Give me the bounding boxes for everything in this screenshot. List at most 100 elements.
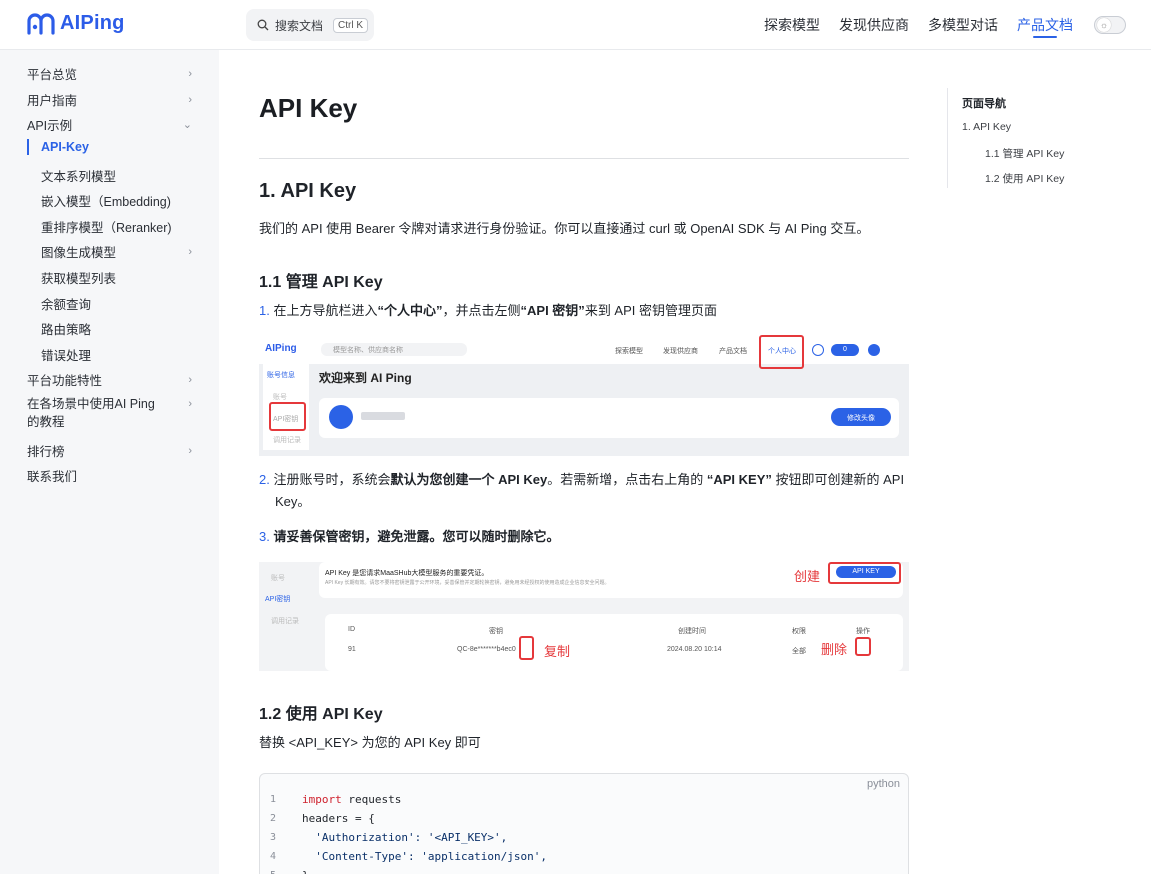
sidebar-item-tutorials[interactable]: 在各场景中使用AI Ping的教程 ›	[27, 395, 192, 431]
step-bold: 默认为您创建一个 API Key	[390, 472, 548, 487]
chevron-right-icon: ›	[188, 93, 192, 106]
sidebar-item-label: 联系我们	[27, 470, 78, 484]
mini-table-header: 操作	[856, 628, 870, 635]
sidebar-item-reranker[interactable]: 重排序模型（Reranker)	[41, 217, 192, 236]
step-text: 按钮即可创建新的 API	[771, 472, 905, 487]
step-1: 1. 在上方导航栏进入“个人中心”，并点击左侧“API 密钥”来到 API 密钥…	[259, 300, 717, 322]
chevron-right-icon: ›	[188, 373, 192, 386]
main-nav: 探索模型 发现供应商 多模型对话 产品文档 ☼	[764, 0, 1151, 50]
sidebar-item-label: 平台功能特性	[27, 374, 103, 388]
nav-multi-model-chat[interactable]: 多模型对话	[928, 0, 998, 50]
blurred-username	[361, 412, 405, 420]
mini-edit-avatar-button: 修改头像	[831, 408, 891, 426]
sidebar-item-api-examples[interactable]: API示例 ⌄	[27, 115, 192, 134]
mini-welcome: 欢迎来到 AI Ping	[319, 371, 412, 385]
sidebar-item-label: 用户指南	[27, 94, 78, 108]
sidebar-item-label: 在各场景中使用AI Ping的教程	[27, 397, 155, 429]
sidebar-item-label: 重排序模型（Reranker)	[41, 221, 172, 235]
sidebar-item-leaderboard[interactable]: 排行榜 ›	[27, 441, 192, 460]
intro-paragraph: 我们的 API 使用 Bearer 令牌对请求进行身份验证。你可以直接通过 cu…	[259, 221, 870, 236]
sidebar-item-label: API-Key	[41, 140, 89, 154]
mini-table-header: 权限	[792, 628, 806, 635]
sidebar-item-routing[interactable]: 路由策略	[41, 319, 192, 338]
code-line: 3 'Authorization': '<API_KEY>',	[260, 828, 507, 847]
step-2-continuation: Key。	[275, 494, 311, 509]
line-number: 5	[260, 870, 302, 874]
sidebar-item-label: API示例	[27, 119, 73, 133]
mini-side-top: 账号信息	[267, 372, 295, 379]
annotation-delete: 删除	[821, 642, 848, 657]
sidebar-item-label: 排行榜	[27, 445, 65, 459]
sidebar-item-balance[interactable]: 余额查询	[41, 294, 192, 313]
nav-explore-models[interactable]: 探索模型	[764, 0, 820, 50]
mini-icon	[812, 344, 824, 356]
mini-balance: 0	[831, 344, 859, 356]
code-text: }	[302, 869, 309, 874]
step-bold: “API KEY”	[706, 472, 772, 487]
toc-item-use[interactable]: 1.2 使用 API Key	[985, 171, 1064, 186]
search-icon	[257, 19, 269, 31]
mini-notice-sub: API Key 长期有效。请您不要将密钥泄露于公开环境，妥善保管并定期轮换密钥，…	[325, 580, 610, 586]
mini-nav-item: 探索模型	[615, 348, 643, 355]
step-text: ，并点击左侧	[442, 303, 521, 318]
logo[interactable]: AIPing	[26, 12, 125, 35]
step-number: 2.	[259, 472, 270, 487]
sidebar-item-label: 图像生成模型	[41, 246, 117, 260]
step-text: 在上方导航栏进入	[273, 303, 378, 318]
nav-providers[interactable]: 发现供应商	[839, 0, 909, 50]
mini-logo: AIPing	[265, 343, 297, 354]
highlight-box	[519, 636, 534, 660]
screenshot-api-keys: 账号 API密钥 调用记录 API Key 是您请求MaaSHub大模型服务的重…	[259, 562, 909, 671]
chevron-right-icon: ›	[188, 245, 192, 258]
code-text: requests	[341, 793, 402, 806]
toc-item-api-key[interactable]: 1. API Key	[962, 121, 1011, 133]
step-number: 1.	[259, 303, 270, 318]
sidebar-item-api-key[interactable]: API-Key	[41, 140, 192, 154]
screenshot-personal-center: AIPing 模型名称、供应商名称 探索模型 发现供应商 产品文档 个人中心 0…	[259, 334, 909, 456]
step-bold: “API 密钥”	[520, 303, 585, 318]
sidebar-item-overview[interactable]: 平台总览 ›	[27, 64, 192, 83]
code-block[interactable]: python 1 import requests 2 headers = { 3 '…	[259, 773, 909, 874]
sidebar-item-text-models[interactable]: 文本系列模型	[41, 166, 192, 185]
step-bold: 请妥善保管密钥，避免泄露。您可以随时删除它。	[273, 529, 560, 544]
search-shortcut: Ctrl K	[333, 17, 369, 33]
mini-side-item: 调用记录	[271, 618, 299, 625]
toc-item-manage[interactable]: 1.1 管理 API Key	[985, 146, 1064, 161]
mini-table-header: 密钥	[489, 628, 503, 635]
step-text: 。若需新增，点击右上角的	[547, 472, 707, 487]
step-3: 3. 请妥善保管密钥，避免泄露。您可以随时删除它。	[259, 526, 559, 548]
highlight-box	[855, 637, 871, 656]
sidebar-item-contact[interactable]: 联系我们	[27, 466, 192, 485]
mini-key-table	[325, 614, 903, 671]
toc-title: 页面导航	[962, 98, 1006, 110]
page-title: API Key	[259, 93, 358, 123]
docs-sidebar: 平台总览 › 用户指南 › API示例 ⌄ API-Key 文本系列模型 嵌入模型（E…	[0, 50, 219, 874]
mini-table-cell: 91	[348, 646, 356, 653]
sidebar-item-features[interactable]: 平台功能特性 ›	[27, 370, 192, 389]
sidebar-item-user-guide[interactable]: 用户指南 ›	[27, 90, 192, 109]
sidebar-item-label: 余额查询	[41, 298, 92, 312]
sidebar-item-image-gen[interactable]: 图像生成模型 ›	[41, 242, 192, 261]
mini-side-item: API密钥	[265, 596, 291, 603]
line-number: 2	[270, 813, 277, 824]
code-line: 2 headers = {	[260, 809, 375, 828]
sun-icon: ☼	[1097, 18, 1111, 32]
search-box[interactable]: 搜索文档 Ctrl K	[246, 9, 374, 41]
line-number: 1	[270, 794, 277, 805]
mini-table-header: ID	[348, 626, 355, 633]
chevron-right-icon: ›	[188, 398, 192, 410]
sidebar-item-errors[interactable]: 错误处理	[41, 345, 192, 364]
sidebar-item-embedding[interactable]: 嵌入模型（Embedding)	[41, 191, 192, 210]
mini-table-header: 创建时间	[678, 628, 706, 635]
avatar	[868, 344, 880, 356]
sidebar-item-model-list[interactable]: 获取模型列表	[41, 268, 192, 287]
search-label: 搜索文档	[275, 18, 324, 33]
theme-toggle[interactable]: ☼	[1094, 16, 1126, 34]
nav-docs[interactable]: 产品文档	[1017, 0, 1073, 50]
chevron-down-icon: ⌄	[182, 119, 192, 131]
mini-side-item: 账号	[273, 394, 287, 401]
step-number: 3.	[259, 529, 270, 544]
sidebar-item-label: 错误处理	[41, 349, 92, 363]
sidebar-item-label: 嵌入模型（Embedding)	[41, 195, 171, 209]
sidebar-item-label: 路由策略	[41, 323, 92, 337]
